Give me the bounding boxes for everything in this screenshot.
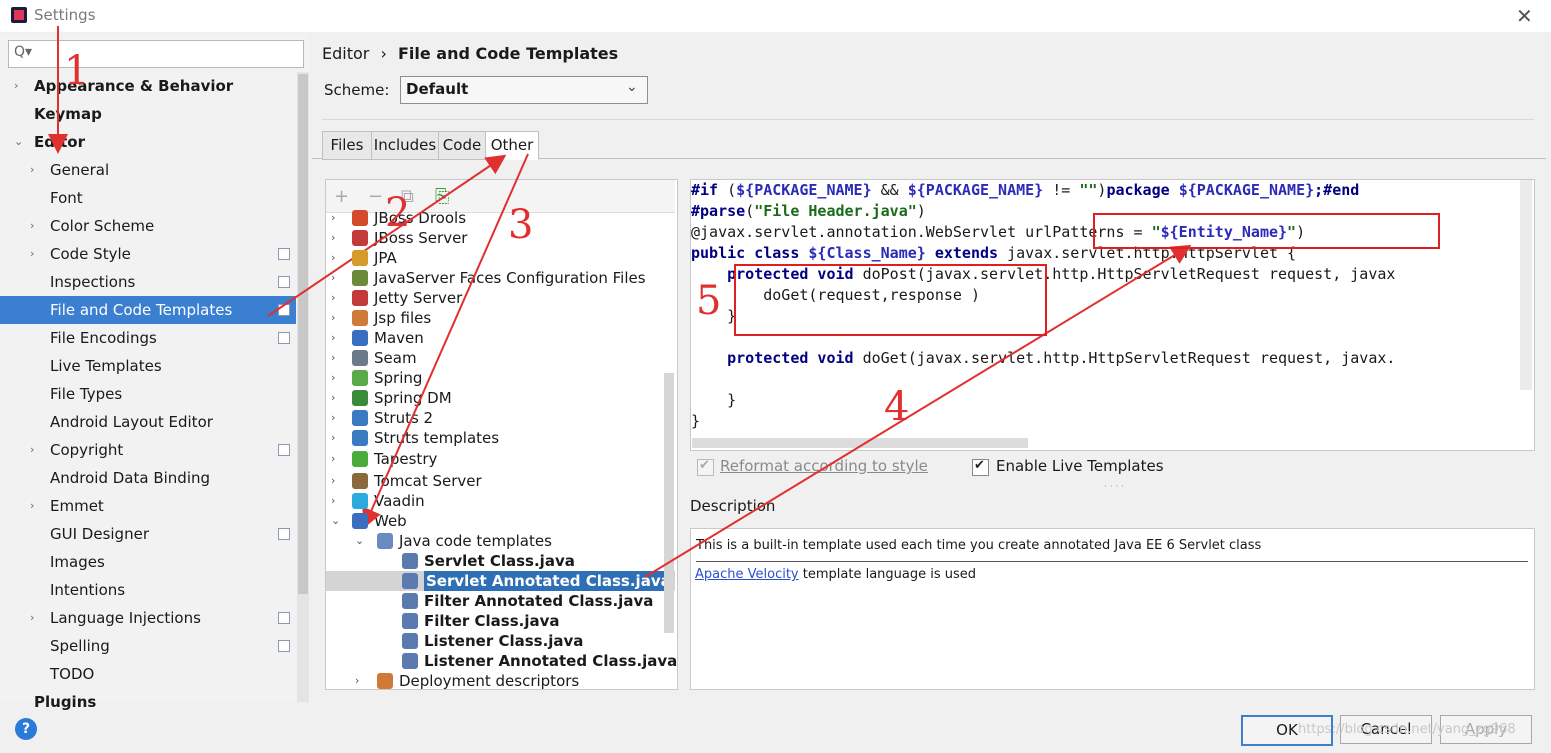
template-group-icon	[352, 350, 368, 366]
annotation-number-3: 3	[508, 202, 534, 248]
template-group-icon	[352, 330, 368, 346]
chevron-right-icon[interactable]: ›	[331, 251, 335, 264]
chevron-right-icon[interactable]: ›	[331, 351, 335, 364]
chevron-right-icon[interactable]: ›	[331, 231, 335, 244]
template-group-icon	[352, 493, 368, 509]
annotation-box-urlpatterns	[1093, 213, 1440, 249]
template-group-icon	[402, 633, 418, 649]
template-group-icon	[352, 430, 368, 446]
chevron-right-icon[interactable]: ›	[331, 291, 335, 304]
chevron-right-icon[interactable]: ›	[331, 311, 335, 324]
annotation-box-dopost	[734, 264, 1047, 336]
template-group-icon	[352, 390, 368, 406]
template-group-icon	[352, 370, 368, 386]
chevron-right-icon[interactable]: ›	[331, 411, 335, 424]
template-group-icon	[402, 573, 418, 589]
chevron-down-icon[interactable]: ⌄	[331, 514, 340, 527]
chevron-right-icon[interactable]: ›	[355, 674, 359, 687]
chevron-right-icon[interactable]: ›	[331, 494, 335, 507]
template-group-icon	[352, 270, 368, 286]
annotation-overlay	[48, 26, 1192, 578]
template-group-icon	[352, 410, 368, 426]
template-group-icon	[377, 533, 393, 549]
annotation-number-1: 1	[64, 48, 90, 94]
chevron-right-icon[interactable]: ›	[331, 271, 335, 284]
chevron-right-icon[interactable]: ›	[331, 431, 335, 444]
template-group-icon	[402, 653, 418, 669]
template-group-icon	[352, 290, 368, 306]
chevron-right-icon[interactable]: ›	[331, 371, 335, 384]
template-group-icon	[352, 230, 368, 246]
template-group-icon	[352, 310, 368, 326]
template-group-icon	[352, 451, 368, 467]
template-group-icon	[402, 593, 418, 609]
chevron-down-icon[interactable]: ⌄	[355, 534, 364, 547]
annotation-number-2: 2	[385, 190, 411, 236]
template-group-icon	[352, 513, 368, 529]
chevron-right-icon[interactable]: ›	[331, 211, 335, 224]
template-group-icon	[402, 553, 418, 569]
template-group-icon	[352, 473, 368, 489]
chevron-right-icon[interactable]: ›	[331, 474, 335, 487]
template-group-icon	[377, 673, 393, 689]
annotation-number-4: 4	[884, 384, 910, 430]
chevron-right-icon[interactable]: ›	[331, 331, 335, 344]
template-group-icon	[402, 613, 418, 629]
chevron-right-icon[interactable]: ›	[331, 452, 335, 465]
annotation-number-5: 5	[696, 278, 722, 324]
template-group-icon	[352, 250, 368, 266]
chevron-right-icon[interactable]: ›	[331, 391, 335, 404]
template-group-icon	[352, 210, 368, 226]
